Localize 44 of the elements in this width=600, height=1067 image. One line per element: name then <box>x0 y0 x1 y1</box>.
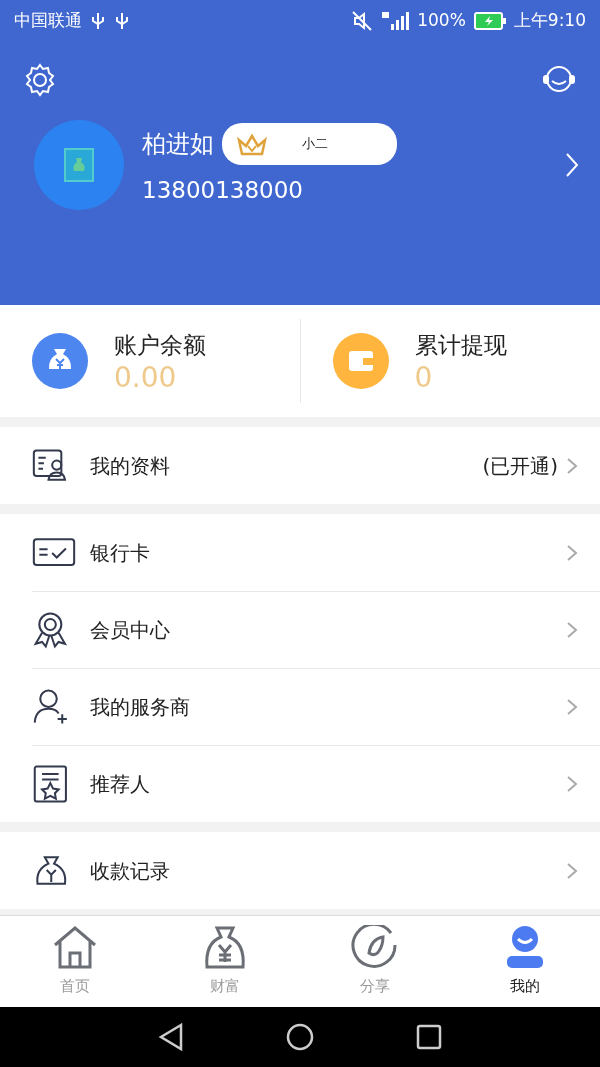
stat-label: 账户余额 <box>114 331 206 361</box>
stat-label: 累计提现 <box>414 331 507 361</box>
menu-item[interactable]: 银行卡 <box>0 514 600 591</box>
signal-icon <box>381 10 410 32</box>
stat-value: 0.00 <box>114 362 178 394</box>
usb-icon <box>90 11 106 31</box>
stat-value: 0 <box>414 362 434 394</box>
chevron-right-icon <box>566 621 578 639</box>
compass-icon <box>351 925 399 970</box>
clock: 上午9:10 <box>513 9 586 33</box>
menu-label: 银行卡 <box>90 539 151 567</box>
menu-item[interactable]: 收款记录 <box>0 832 600 909</box>
chevron-right-icon <box>566 456 578 475</box>
level-badge: 小二 <box>222 122 397 165</box>
menu-item[interactable]: 会员中心 <box>0 591 600 668</box>
menu-label: 推荐人 <box>90 771 151 798</box>
usb-icon <box>114 11 130 31</box>
chevron-right-icon <box>566 775 578 793</box>
menu-label: 我的服务商 <box>90 694 191 721</box>
tab[interactable]: 我的 <box>450 925 600 998</box>
carrier-name: 中国联通 <box>14 9 82 33</box>
menu-label: 会员中心 <box>90 617 171 644</box>
recents-icon[interactable] <box>415 1023 443 1051</box>
mute-icon <box>351 10 374 32</box>
battery-icon <box>473 12 506 30</box>
back-icon[interactable] <box>157 1022 185 1052</box>
wallet-icon <box>332 333 389 389</box>
vase-icon <box>64 148 94 182</box>
chevron-right-icon <box>566 861 578 880</box>
menu-label: 我的资料 <box>90 452 171 480</box>
home-icon <box>51 925 99 970</box>
menu-item[interactable]: 推荐人 <box>0 745 600 822</box>
user-name: 柏进如 <box>142 128 214 160</box>
menu-item[interactable]: 我的资料 (已开通) <box>0 427 600 504</box>
battery-percent: 100% <box>417 9 466 33</box>
money-bag-icon <box>32 333 88 389</box>
phone-number: 13800138000 <box>142 175 304 205</box>
menu-status: (已开通) <box>482 452 558 480</box>
chevron-right-icon <box>566 698 578 716</box>
menu-label: 收款记录 <box>90 857 171 885</box>
home-circle-icon[interactable] <box>285 1022 315 1052</box>
chevron-right-icon <box>566 543 578 562</box>
menu-item[interactable]: 我的服务商 <box>0 668 600 745</box>
chevron-right-icon[interactable] <box>564 151 580 179</box>
